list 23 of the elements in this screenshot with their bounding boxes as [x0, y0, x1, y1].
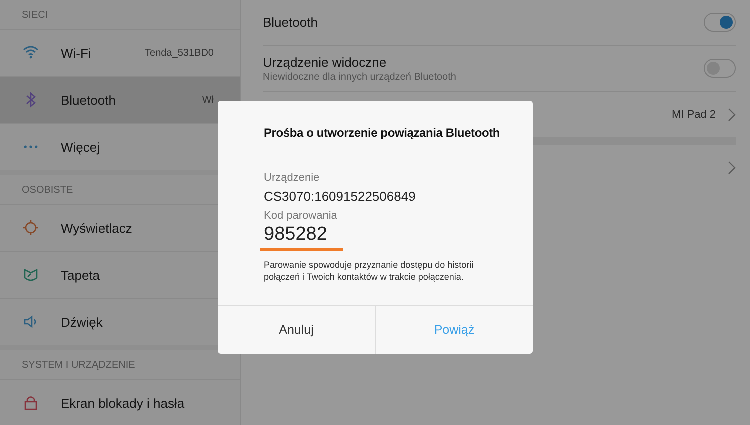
pairing-code: 985282 — [260, 224, 344, 251]
setting-subtitle: Niewidoczne dla innych urządzeń Bluetooth — [263, 72, 458, 82]
sidebar-item[interactable]: Bluetooth Wł — [0, 76, 240, 123]
pairing-note: Parowanie spowoduje przyznanie dostępu do historii połączeń i Twoich kontaktów w trakcie połączenia. — [264, 259, 475, 283]
sidebar-item[interactable]: Ekran blokady i hasła — [0, 379, 240, 425]
wallpaper-icon — [22, 266, 40, 284]
toggle-switch[interactable] — [704, 13, 736, 32]
lock-icon — [22, 394, 40, 412]
section-header: SIECI — [21, 9, 50, 23]
device-label: Urządzenie — [264, 172, 321, 184]
dots-icon — [24, 145, 38, 149]
toggle-switch[interactable] — [704, 59, 736, 78]
chevron-icon — [728, 160, 736, 174]
setting-value: MI Pad 2 — [672, 108, 716, 120]
chevron-icon — [728, 108, 736, 122]
code-label: Kod parowania — [264, 210, 338, 222]
setting-title: Bluetooth — [263, 15, 319, 30]
device-name: CS3070:16091522506849 — [264, 189, 417, 204]
setting-title: Urządzenie widoczne — [263, 54, 388, 70]
dialog-title: Prośba o utworzenie powiązania Bluetooth — [264, 126, 502, 140]
display-icon — [22, 219, 40, 237]
section-header: SYSTEM I URZĄDZENIE — [21, 359, 136, 373]
section-header: OSOBISTE — [21, 184, 74, 198]
